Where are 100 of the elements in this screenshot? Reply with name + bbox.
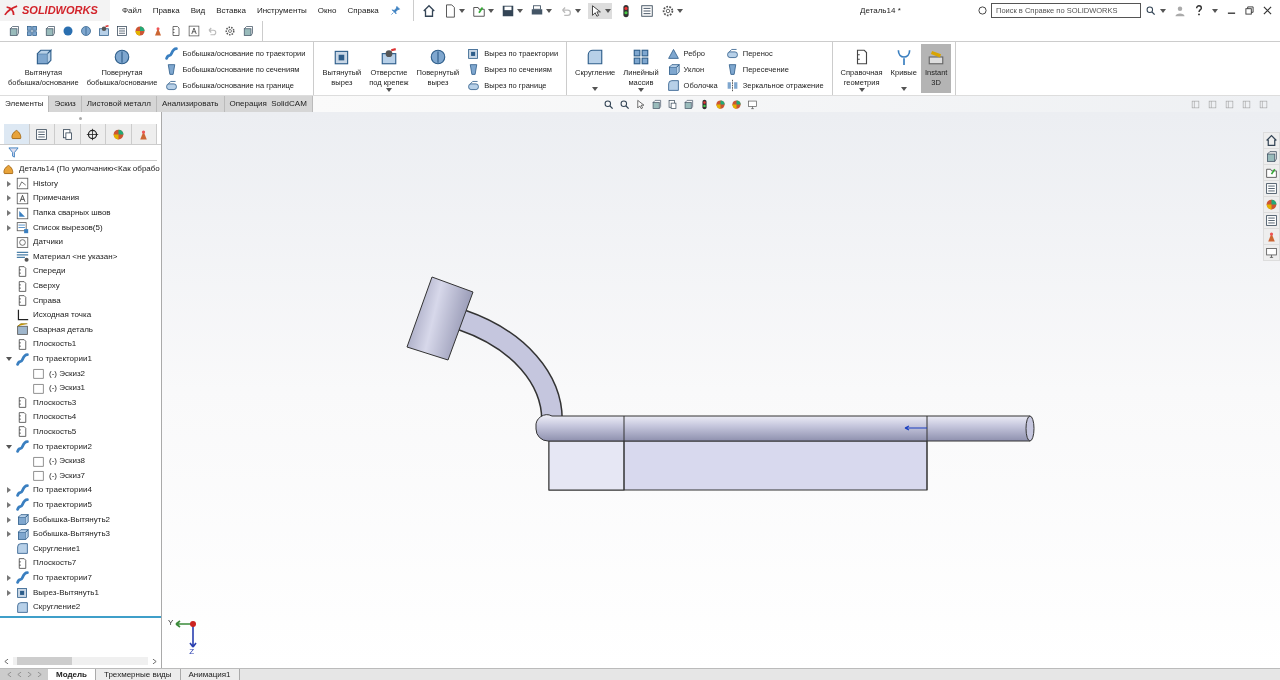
collapse-arrow-icon[interactable] bbox=[6, 356, 12, 362]
filter-icon[interactable] bbox=[8, 147, 19, 158]
tree-item[interactable]: (-) Эскиз8 bbox=[49, 455, 86, 468]
tree-item[interactable]: History bbox=[33, 177, 58, 190]
task-pane-icon[interactable] bbox=[1265, 198, 1278, 211]
task-pane-icon[interactable] bbox=[1265, 214, 1278, 227]
tree-item[interactable]: По траектории5 bbox=[33, 498, 92, 511]
command-tab[interactable]: Листовой металл bbox=[81, 96, 157, 112]
scroll-right-icon[interactable] bbox=[152, 658, 157, 664]
toolbar-tool-icon[interactable] bbox=[80, 25, 92, 37]
tree-item[interactable]: Плоскость3 bbox=[33, 396, 77, 409]
expand-arrow-icon[interactable] bbox=[6, 224, 12, 231]
task-pane-icon[interactable] bbox=[1265, 182, 1278, 195]
user-icon[interactable] bbox=[1174, 4, 1186, 17]
toolbar-tool-icon[interactable] bbox=[62, 25, 74, 37]
help-icon[interactable] bbox=[1195, 5, 1203, 16]
tree-item[interactable]: Плоскость7 bbox=[33, 557, 77, 570]
expand-arrow-icon[interactable] bbox=[6, 487, 12, 494]
toolbar-tool-icon[interactable] bbox=[170, 25, 182, 37]
tree-item[interactable]: Примечания bbox=[33, 192, 80, 205]
command-tab[interactable]: Анализировать bbox=[156, 96, 225, 112]
horizontal-scrollbar[interactable] bbox=[13, 657, 148, 665]
menu-item[interactable]: Инструменты bbox=[256, 4, 307, 17]
toolbar-tool-icon[interactable] bbox=[152, 25, 164, 37]
tree-item[interactable]: Список вырезов(5) bbox=[33, 221, 103, 234]
tree-item[interactable]: Вырез-Вытянуть1 bbox=[33, 586, 99, 599]
tree-item[interactable]: По траектории1 bbox=[33, 353, 92, 365]
scroll-left-icon[interactable] bbox=[4, 658, 9, 664]
close-icon[interactable] bbox=[1263, 6, 1272, 15]
sketch-icon bbox=[32, 367, 45, 381]
expand-arrow-icon[interactable] bbox=[6, 180, 12, 187]
command-tab[interactable]: Эскиз bbox=[49, 96, 82, 112]
tree-item[interactable]: Спереди bbox=[33, 265, 66, 278]
panel-tab[interactable] bbox=[29, 124, 55, 144]
tree-item[interactable]: Исходная точка bbox=[33, 309, 92, 322]
tree-item[interactable]: Справа bbox=[33, 294, 61, 307]
expand-arrow-icon[interactable] bbox=[6, 589, 12, 596]
tree-item[interactable]: Бобышка-Вытянуть3 bbox=[33, 528, 111, 541]
view-tool-icon[interactable] bbox=[602, 98, 614, 110]
save-icon[interactable] bbox=[500, 3, 515, 18]
tree-item[interactable]: По траектории7 bbox=[33, 571, 92, 584]
tree-item[interactable]: Датчики bbox=[33, 236, 63, 249]
toolbar-tool-icon[interactable] bbox=[188, 25, 200, 37]
tree-item[interactable]: Сверху bbox=[33, 280, 60, 293]
expand-arrow-icon[interactable] bbox=[6, 501, 12, 508]
tree-item[interactable]: Плоскость1 bbox=[33, 338, 77, 351]
task-pane-icon[interactable] bbox=[1265, 150, 1278, 163]
menu-item[interactable]: Файл bbox=[122, 4, 142, 17]
menu-item[interactable]: Вставка bbox=[216, 4, 246, 17]
command-tab[interactable]: Элементы bbox=[0, 96, 50, 112]
expand-arrow-icon[interactable] bbox=[6, 516, 12, 523]
task-pane-icon[interactable] bbox=[1265, 166, 1278, 179]
list-icon[interactable] bbox=[639, 3, 654, 18]
print-icon[interactable] bbox=[529, 3, 544, 18]
tree-item[interactable]: Плоскость5 bbox=[33, 426, 77, 438]
menu-item[interactable]: Правка bbox=[152, 4, 180, 17]
task-pane-icon[interactable] bbox=[1265, 134, 1278, 147]
toolbar-tool-icon[interactable] bbox=[26, 25, 38, 37]
tree-item[interactable]: Папка сварных швов bbox=[33, 207, 111, 220]
bottom-tab[interactable]: Анимация1 bbox=[180, 669, 240, 680]
task-pane-icon[interactable] bbox=[1265, 246, 1278, 259]
toolbar-tool-icon[interactable] bbox=[116, 25, 128, 37]
menu-item[interactable]: Справка bbox=[347, 4, 379, 17]
expand-arrow-icon[interactable] bbox=[6, 210, 12, 217]
tree-item[interactable]: По траектории2 bbox=[33, 440, 92, 453]
collapse-arrow-icon[interactable] bbox=[6, 443, 12, 450]
pin-icon[interactable] bbox=[389, 5, 401, 16]
part-model-drawing[interactable] bbox=[406, 276, 1035, 491]
tree-item[interactable]: (-) Эскиз7 bbox=[49, 469, 86, 482]
tree-item[interactable]: Скругление2 bbox=[33, 601, 81, 614]
expand-arrow-icon[interactable] bbox=[6, 195, 12, 202]
menu-item[interactable]: Окно bbox=[317, 4, 337, 17]
panel-tab[interactable] bbox=[80, 124, 106, 144]
tree-item[interactable]: (-) Эскиз1 bbox=[49, 382, 86, 395]
tree-item[interactable]: Скругление1 bbox=[33, 542, 81, 555]
toolbar-tool-icon[interactable] bbox=[242, 25, 254, 37]
expand-arrow-icon[interactable] bbox=[6, 574, 12, 581]
toolbar-tool-icon[interactable] bbox=[224, 25, 236, 37]
settings-icon[interactable] bbox=[660, 3, 675, 18]
bottom-tab[interactable]: Модель bbox=[48, 669, 96, 680]
panel-tab[interactable] bbox=[55, 124, 81, 144]
tree-item[interactable]: Материал <не указан> bbox=[33, 250, 118, 263]
tree-root-item[interactable]: Деталь14 (По умолчанию<Как обрабо bbox=[19, 163, 160, 176]
toolbar-tool-icon[interactable] bbox=[44, 25, 56, 37]
tree-item[interactable]: Бобышка-Вытянуть2 bbox=[33, 513, 111, 526]
restore-icon[interactable] bbox=[1245, 6, 1254, 15]
view-tool-icon[interactable] bbox=[618, 98, 630, 110]
toolbar-tool-icon[interactable] bbox=[134, 25, 146, 37]
toolbar-tool-icon[interactable] bbox=[98, 25, 110, 37]
menu-item[interactable]: Вид bbox=[190, 4, 206, 17]
tree-item[interactable]: Сварная деталь bbox=[33, 323, 93, 336]
bottom-tab[interactable]: Трехмерные виды bbox=[96, 669, 181, 680]
home-icon[interactable] bbox=[421, 3, 436, 18]
tree-item[interactable]: Плоскость4 bbox=[33, 411, 77, 424]
toolbar-tool-icon[interactable] bbox=[8, 25, 20, 37]
tree-item[interactable]: (-) Эскиз2 bbox=[49, 367, 86, 380]
search-icon[interactable] bbox=[1145, 5, 1156, 16]
command-tab[interactable]: Операция SolidCAM bbox=[224, 96, 313, 112]
tree-item[interactable]: По траектории4 bbox=[33, 484, 92, 497]
expand-arrow-icon[interactable] bbox=[6, 531, 12, 538]
